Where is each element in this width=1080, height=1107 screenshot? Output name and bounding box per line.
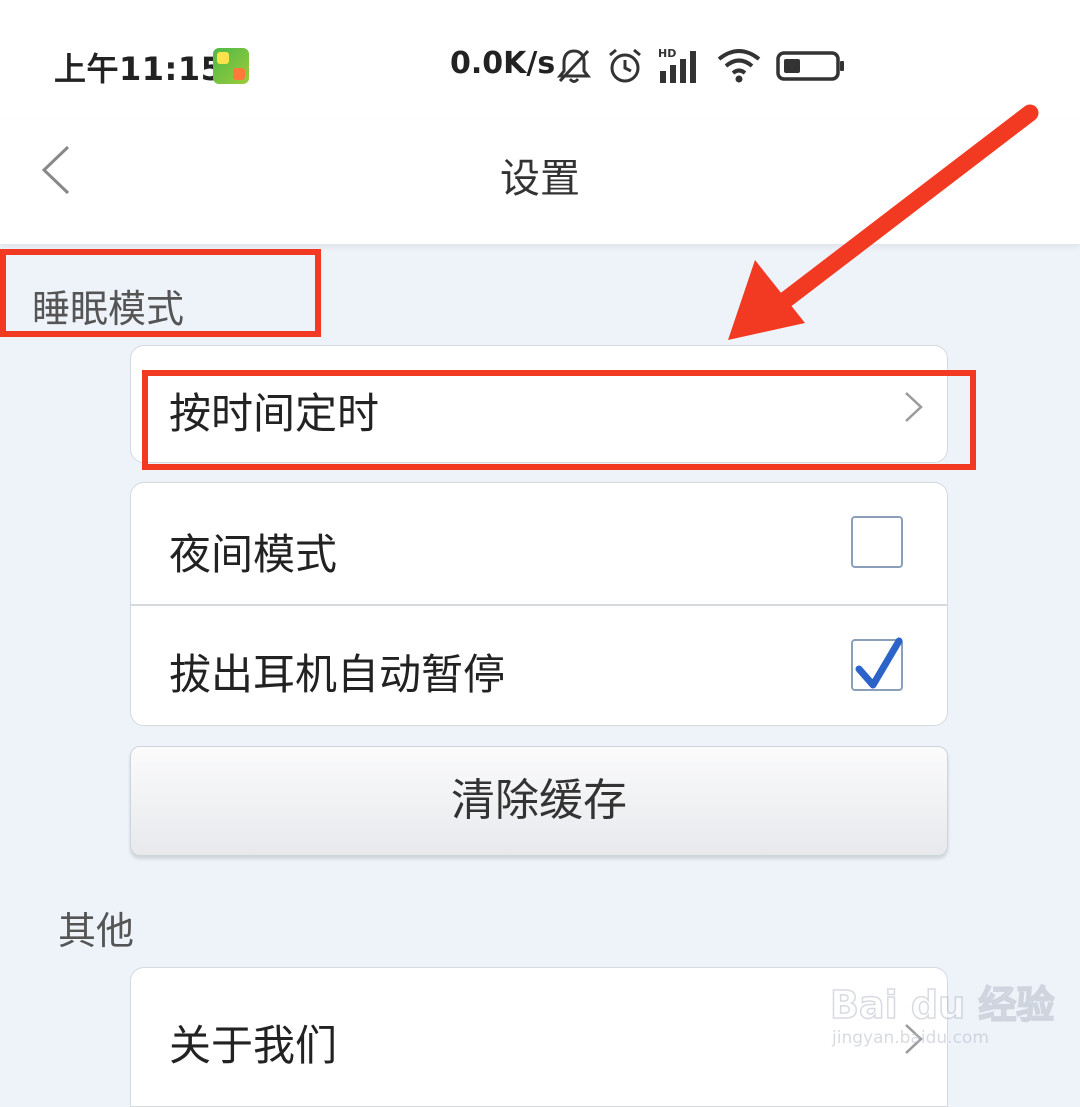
about-row-label: 关于我们	[169, 1021, 338, 1070]
wifi-icon	[717, 49, 761, 83]
night-mode-label: 夜间模式	[169, 530, 338, 579]
pause-on-unplug-checkbox[interactable]	[851, 637, 903, 691]
options-card: 夜间模式 拔出耳机自动暂停	[130, 482, 948, 726]
section-title-sleep: 睡眠模式	[32, 287, 185, 331]
bell-off-icon	[556, 49, 592, 83]
timer-row-label: 按时间定时	[169, 389, 380, 438]
kids-app-badge-icon	[213, 48, 249, 84]
clear-cache-button[interactable]: 清除缓存	[130, 746, 948, 856]
chevron-right-icon	[905, 392, 923, 422]
nav-bar: 设置	[0, 120, 1080, 244]
page-title: 设置	[500, 156, 580, 202]
status-time: 上午11:15	[54, 50, 224, 88]
timer-row[interactable]: 按时间定时	[131, 346, 947, 462]
battery-icon	[776, 51, 844, 81]
checkmark-icon	[855, 637, 903, 689]
baidu-jingyan-watermark: Bai du 经验 jingyan.baidu.com	[829, 962, 1055, 1062]
alarm-clock-icon	[609, 48, 641, 83]
hd-signal-icon: HD	[658, 47, 696, 83]
status-icons: HD	[556, 44, 846, 88]
section-title-other: 其他	[58, 909, 135, 953]
about-card: 关于我们	[130, 967, 948, 1107]
pause-on-unplug-label: 拔出耳机自动暂停	[169, 650, 506, 699]
night-mode-row[interactable]: 夜间模式	[131, 483, 947, 604]
pause-on-unplug-row[interactable]: 拔出耳机自动暂停	[131, 605, 947, 725]
timer-card: 按时间定时	[130, 345, 948, 463]
night-mode-checkbox[interactable]	[851, 516, 903, 568]
svg-text:HD: HD	[658, 47, 676, 60]
watermark-text: Bai du 经验	[829, 982, 1055, 1028]
network-speed: 0.0K/s	[450, 46, 556, 81]
watermark-url: jingyan.baidu.com	[832, 1028, 989, 1048]
about-row[interactable]: 关于我们	[131, 968, 947, 1106]
status-bar: 上午11:15 0.0K/s HD	[0, 0, 1080, 120]
